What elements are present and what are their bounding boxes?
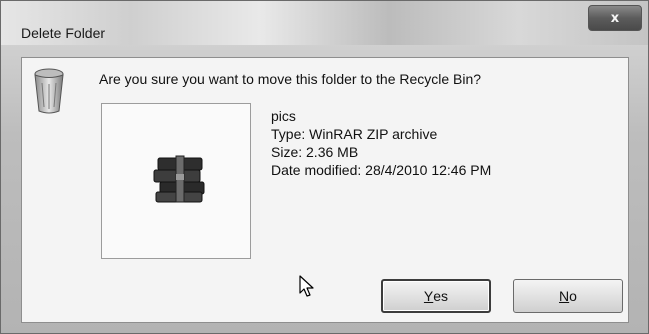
file-size: Size: 2.36 MB (271, 144, 359, 160)
mouse-pointer-icon (299, 275, 314, 297)
confirmation-question: Are you sure you want to move this folde… (99, 71, 482, 87)
file-preview (101, 103, 251, 259)
file-name: pics (271, 108, 296, 124)
close-button[interactable]: x (588, 5, 642, 31)
winrar-archive-icon (153, 155, 205, 203)
recycle-bin-icon (34, 68, 64, 114)
yes-button-mnemonic: Y (423, 288, 434, 304)
delete-folder-dialog: Delete Folder x Are you sure you want to… (0, 0, 649, 334)
yes-button-label: es (433, 288, 449, 304)
file-details: pics Type: WinRAR ZIP archive Size: 2.36… (271, 107, 491, 179)
no-button-label: o (569, 288, 577, 304)
no-button[interactable]: No (513, 279, 623, 313)
yes-button[interactable]: Yes (381, 279, 491, 313)
file-type: Type: WinRAR ZIP archive (271, 126, 438, 142)
file-date-modified: Date modified: 28/4/2010 12:46 PM (271, 162, 492, 178)
no-button-mnemonic: N (559, 288, 570, 304)
close-icon: x (610, 10, 620, 26)
window-title: Delete Folder (21, 25, 106, 41)
title-bar[interactable]: Delete Folder x (1, 1, 648, 45)
